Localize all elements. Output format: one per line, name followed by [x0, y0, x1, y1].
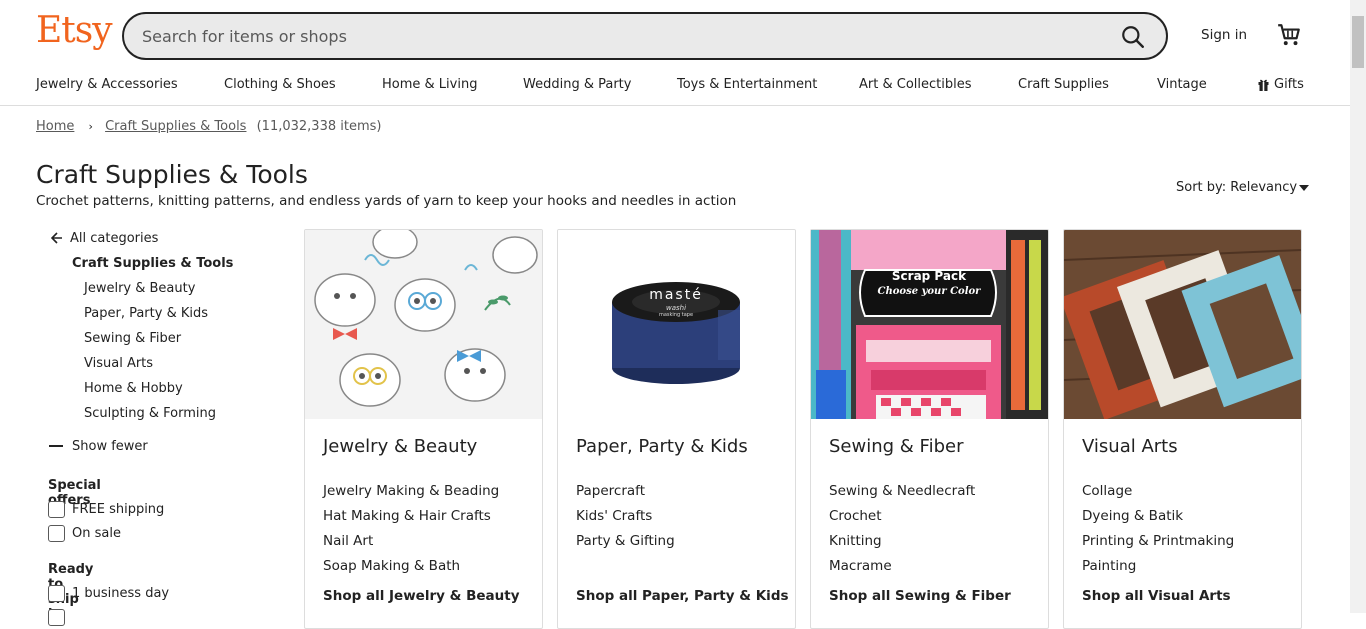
tape-subtitle: masking tape	[658, 312, 694, 318]
nav-item-clothing-shoes[interactable]: Clothing & Shoes	[224, 77, 336, 92]
tape-brand-text: masté	[649, 287, 703, 303]
etsy-logo[interactable]: Etsy	[36, 10, 113, 51]
free-shipping-label[interactable]: FREE shipping	[72, 502, 164, 517]
chevron-right-icon: ›	[88, 120, 93, 133]
search-input[interactable]	[142, 24, 1092, 48]
card-link[interactable]: Hat Making & Hair Crafts	[323, 508, 491, 524]
free-shipping-checkbox[interactable]	[48, 501, 65, 518]
show-fewer-link[interactable]: Show fewer	[72, 439, 148, 454]
card-link[interactable]: Sewing & Needlecraft	[829, 483, 975, 499]
category-card-jewelry-beauty[interactable]: Jewelry & Beauty Jewelry Making & Beadin…	[304, 229, 543, 629]
search-bar	[122, 12, 1168, 60]
nav-item-jewelry-accessories[interactable]: Jewelry & Accessories	[36, 77, 178, 92]
category-card-visual-arts[interactable]: Visual Arts Collage Dyeing & Batik Print…	[1063, 229, 1302, 629]
card-link[interactable]: Kids' Crafts	[576, 508, 652, 524]
shop-all-link[interactable]: Shop all Sewing & Fiber	[829, 588, 1011, 604]
card-link[interactable]: Crochet	[829, 508, 882, 524]
on-sale-checkbox[interactable]	[48, 525, 65, 542]
card-title[interactable]: Sewing & Fiber	[829, 436, 963, 457]
breadcrumb-home-link[interactable]: Home	[36, 119, 74, 134]
scrap-pack-title: Scrap Pack	[891, 269, 967, 283]
card-link[interactable]: Painting	[1082, 558, 1136, 574]
breadcrumb: Home › Craft Supplies & Tools (11,032,33…	[36, 119, 381, 134]
nav-item-craft-supplies[interactable]: Craft Supplies	[1018, 77, 1109, 92]
cart-icon[interactable]	[1276, 22, 1302, 48]
card-link[interactable]: Soap Making & Bath	[323, 558, 460, 574]
sidebar-item-home-hobby[interactable]: Home & Hobby	[84, 381, 183, 396]
gift-icon	[1258, 79, 1269, 91]
caret-down-icon[interactable]	[1299, 185, 1309, 191]
minus-icon[interactable]	[49, 445, 63, 447]
ship-option-checkbox[interactable]	[48, 609, 65, 626]
one-business-day-label[interactable]: 1 business day	[72, 586, 169, 601]
site-header: Etsy Sign in	[0, 0, 1350, 70]
card-title[interactable]: Jewelry & Beauty	[323, 436, 477, 457]
shop-all-link[interactable]: Shop all Jewelry & Beauty	[323, 588, 520, 604]
card-link[interactable]: Party & Gifting	[576, 533, 675, 549]
sort-dropdown[interactable]: Sort by: Relevancy	[1176, 180, 1297, 195]
sidebar-item-jewelry-beauty[interactable]: Jewelry & Beauty	[84, 281, 195, 296]
nav-item-vintage[interactable]: Vintage	[1157, 77, 1207, 92]
card-link[interactable]: Papercraft	[576, 483, 645, 499]
scrollbar-thumb[interactable]	[1352, 16, 1364, 68]
card-link[interactable]: Dyeing & Batik	[1082, 508, 1183, 524]
card-link[interactable]: Nail Art	[323, 533, 373, 549]
category-image-sewing-fiber[interactable]: Scrap Pack Choose your Color	[811, 230, 1048, 419]
sidebar-current-category[interactable]: Craft Supplies & Tools	[72, 256, 233, 271]
category-card-sewing-fiber[interactable]: Scrap Pack Choose your Color Sewing & Fi…	[810, 229, 1049, 629]
page-title: Craft Supplies & Tools	[36, 160, 308, 189]
all-categories-link[interactable]: All categories	[70, 231, 158, 246]
breadcrumb-current-link[interactable]: Craft Supplies & Tools	[105, 119, 246, 134]
category-card-paper-party-kids[interactable]: masté washi masking tape Paper, Party & …	[557, 229, 796, 629]
card-link[interactable]: Printing & Printmaking	[1082, 533, 1234, 549]
category-image-visual-arts[interactable]	[1064, 230, 1301, 419]
card-link[interactable]: Jewelry Making & Beading	[323, 483, 499, 499]
search-icon[interactable]	[1120, 24, 1146, 50]
sidebar-item-visual-arts[interactable]: Visual Arts	[84, 356, 153, 371]
category-image-jewelry-beauty[interactable]	[305, 230, 542, 419]
sidebar-item-sewing-fiber[interactable]: Sewing & Fiber	[84, 331, 181, 346]
shop-all-link[interactable]: Shop all Visual Arts	[1082, 588, 1231, 604]
shop-all-link[interactable]: Shop all Paper, Party & Kids	[576, 588, 789, 604]
card-title[interactable]: Paper, Party & Kids	[576, 436, 748, 457]
arrow-left-icon[interactable]	[51, 232, 63, 244]
item-count: (11,032,338 items)	[256, 119, 382, 134]
sidebar-item-paper-party-kids[interactable]: Paper, Party & Kids	[84, 306, 208, 321]
nav-item-wedding-party[interactable]: Wedding & Party	[523, 77, 631, 92]
card-title[interactable]: Visual Arts	[1082, 436, 1178, 457]
page-scrollbar[interactable]	[1350, 0, 1366, 613]
card-link[interactable]: Macrame	[829, 558, 892, 574]
nav-item-gifts[interactable]: Gifts	[1274, 77, 1304, 92]
category-image-paper-party-kids[interactable]: masté washi masking tape	[558, 230, 795, 419]
nav-item-art-collectibles[interactable]: Art & Collectibles	[859, 77, 971, 92]
page-description: Crochet patterns, knitting patterns, and…	[36, 193, 737, 209]
scrap-pack-subtitle: Choose your Color	[877, 286, 981, 297]
nav-item-toys-entertainment[interactable]: Toys & Entertainment	[677, 77, 817, 92]
one-business-day-checkbox[interactable]	[48, 585, 65, 602]
category-nav: Jewelry & Accessories Clothing & Shoes H…	[0, 70, 1350, 106]
tape-subtitle: washi	[665, 304, 687, 312]
sign-in-link[interactable]: Sign in	[1201, 27, 1247, 43]
card-link[interactable]: Collage	[1082, 483, 1132, 499]
card-link[interactable]: Knitting	[829, 533, 882, 549]
nav-item-home-living[interactable]: Home & Living	[382, 77, 477, 92]
on-sale-label[interactable]: On sale	[72, 526, 121, 541]
sidebar-item-sculpting-forming[interactable]: Sculpting & Forming	[84, 406, 216, 421]
